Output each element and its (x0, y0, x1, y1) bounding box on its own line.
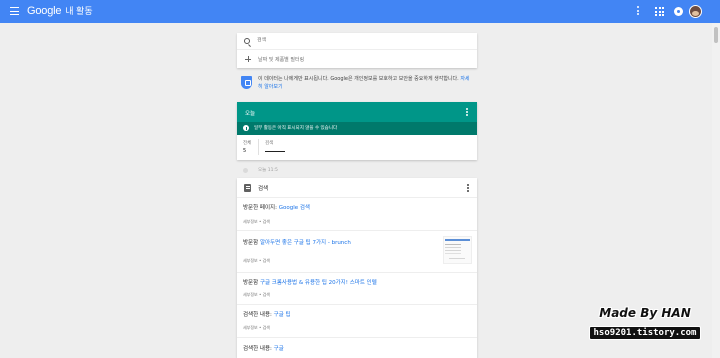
entry-details-link[interactable]: 세부정보 • 검색 (243, 219, 270, 225)
entry-prefix: 방문함 (243, 280, 259, 286)
brand[interactable]: Google 내 활동 (27, 4, 93, 17)
stat-search-underline (265, 151, 285, 152)
summary-info-text: 일부 활동은 아직 표시되지 않을 수 있습니다 (254, 126, 338, 131)
stat-divider (258, 139, 259, 155)
activity-header: 검색 (237, 178, 477, 198)
activity-entry: 방문함 알아두면 좋은 구글 팁 7가지 - brunch 세부정보 • 검색 (237, 231, 477, 273)
search-card: 날짜 및 제품별 필터링 (237, 33, 477, 68)
activity-entry: 방문함 구글 크롬사용법 & 유용한 팁 20가지! 스마트 인텔 세부정보 •… (237, 273, 477, 305)
stat-all[interactable]: 전체 5 (243, 140, 251, 154)
stat-search-label: 검색 (265, 141, 274, 146)
entry-prefix: 방문한 페이지: (243, 205, 277, 211)
summary-info-bar: 일부 활동은 아직 표시되지 않을 수 있습니다 (237, 122, 477, 135)
entry-link[interactable]: 구글 (274, 346, 284, 352)
entry-prefix: 방문함 (243, 240, 259, 246)
entry-text: 방문함 구글 크롬사용법 & 유용한 팁 20가지! 스마트 인텔 (243, 278, 377, 286)
scrollbar-thumb[interactable] (714, 27, 718, 43)
date-header-text: 오늘 11:5 (258, 168, 278, 173)
entry-link[interactable]: 구글 크롬사용법 & 유용한 팁 20가지! 스마트 인텔 (260, 280, 377, 286)
activity-entry: 검색한 내용: 구글 (237, 338, 477, 358)
google-logo: Google (27, 5, 62, 17)
summary-header: 오늘 (237, 102, 477, 122)
more-vert-icon[interactable] (467, 184, 469, 193)
entry-link[interactable]: 알아두면 좋은 구글 팁 7가지 - brunch (260, 240, 351, 246)
privacy-notice: 이 데이터는 나에게만 표시됩니다. Google은 개인정보를 보호하고 보안… (237, 73, 477, 95)
timeline-dot-icon (243, 168, 248, 173)
privacy-notice-text: 이 데이터는 나에게만 표시됩니다. Google은 개인정보를 보호하고 보안… (258, 76, 473, 91)
notifications-icon[interactable] (674, 7, 683, 16)
search-history-icon (244, 184, 251, 192)
page-thumbnail[interactable] (443, 236, 472, 264)
activity-card: 검색 방문한 페이지: Google 검색 세부정보 • 검색 방문함 알아두면… (237, 178, 477, 358)
activity-entry: 방문한 페이지: Google 검색 세부정보 • 검색 (237, 198, 477, 231)
filter-label: 날짜 및 제품별 필터링 (258, 57, 305, 63)
entry-prefix: 검색한 내용: (243, 312, 272, 318)
entry-text: 검색한 내용: 구글 팁 (243, 310, 291, 318)
menu-icon[interactable] (10, 7, 19, 15)
more-vert-icon[interactable] (466, 108, 468, 117)
stat-search[interactable]: 검색 (265, 140, 273, 146)
search-input[interactable] (257, 37, 457, 43)
date-header: 오늘 11:5 (237, 166, 477, 176)
summary-title: 오늘 (245, 111, 256, 117)
search-icon[interactable] (244, 38, 250, 44)
entry-prefix: 검색한 내용: (243, 346, 272, 352)
entry-details-link[interactable]: 세부정보 • 검색 (243, 292, 270, 298)
entry-text: 방문한 페이지: Google 검색 (243, 203, 310, 211)
more-vert-icon[interactable] (637, 6, 640, 17)
avatar[interactable] (689, 5, 702, 18)
shield-lock-icon (241, 76, 252, 89)
app-header: Google 내 활동 (0, 0, 720, 23)
stat-all-label: 전체 (243, 141, 252, 146)
entry-text: 검색한 내용: 구글 (243, 344, 284, 352)
activity-entry: 검색한 내용: 구글 팁 세부정보 • 검색 (237, 305, 477, 338)
entry-details-link[interactable]: 세부정보 • 검색 (243, 258, 270, 264)
watermark-url: hso9201.tistory.com (588, 326, 702, 340)
filter-button[interactable]: 날짜 및 제품별 필터링 (237, 51, 477, 68)
entry-text: 방문함 알아두면 좋은 구글 팁 7가지 - brunch (243, 238, 351, 246)
activity-category: 검색 (258, 186, 269, 192)
watermark: Made By HAN hso9201.tistory.com (574, 306, 716, 340)
stat-all-value: 5 (243, 148, 247, 154)
privacy-notice-body: 이 데이터는 나에게만 표시됩니다. Google은 개인정보를 보호하고 보안… (258, 76, 461, 82)
page-title: 내 활동 (65, 6, 93, 16)
info-icon (243, 125, 249, 131)
apps-icon[interactable] (655, 7, 664, 16)
entry-link[interactable]: Google 검색 (279, 205, 310, 211)
entry-link[interactable]: 구글 팁 (274, 312, 291, 318)
search-row (237, 33, 477, 50)
entry-details-link[interactable]: 세부정보 • 검색 (243, 325, 270, 331)
add-icon (245, 56, 251, 62)
watermark-title: Made By HAN (599, 306, 691, 320)
